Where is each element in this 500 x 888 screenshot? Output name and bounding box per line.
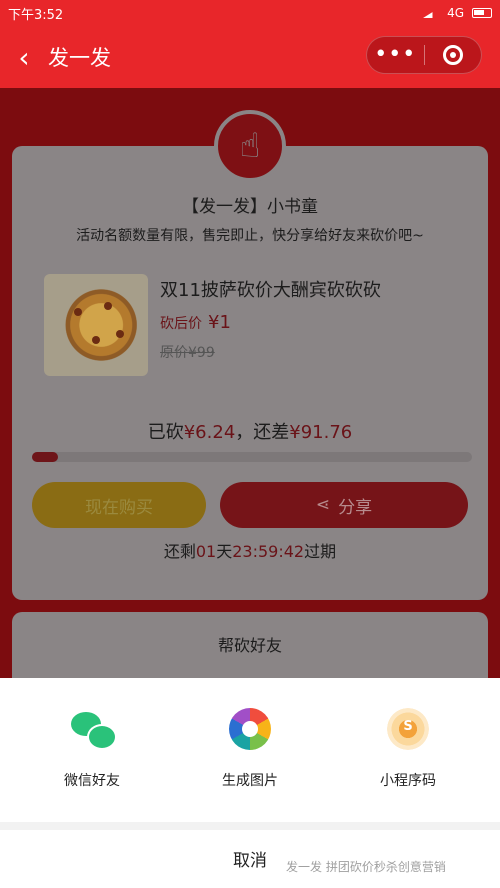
share-icon: ⋖ xyxy=(315,495,331,515)
wechat-icon xyxy=(71,708,117,750)
countdown-suffix: 过期 xyxy=(304,542,337,561)
photo-aperture-icon xyxy=(229,708,271,750)
countdown-day-unit: 天 xyxy=(216,542,233,561)
remaining-amount: ¥91.76 xyxy=(289,422,353,443)
countdown-days: 01 xyxy=(195,542,217,561)
more-dots-icon[interactable]: ••• xyxy=(367,40,424,70)
buy-now-button[interactable]: 现在购买 xyxy=(32,482,206,528)
share-button[interactable]: ⋖ 分享 xyxy=(220,482,468,528)
watermark: 发一发 拼团砍价秒杀创意营销 xyxy=(286,860,446,874)
pointing-hand-icon: ☝ xyxy=(239,126,261,166)
progress-fill xyxy=(32,452,59,462)
product-price: 砍后价 ¥1 xyxy=(160,312,231,333)
price-label: 砍后价 xyxy=(160,316,202,332)
sheet-divider xyxy=(0,822,500,830)
price-value: ¥1 xyxy=(208,312,231,333)
countdown-timer: 还剩01天23:59:42过期 xyxy=(0,538,500,562)
nav-bar: ‹ 发一发 ••• xyxy=(0,26,500,88)
cut-middle: ，还差 xyxy=(235,422,290,443)
battery-icon xyxy=(472,8,492,18)
signal-bars-icon xyxy=(423,8,440,18)
bargain-progress-bar xyxy=(32,452,472,462)
pizza-topping xyxy=(92,336,100,344)
share-option-wechat[interactable]: 微信好友 xyxy=(32,708,152,790)
product-image[interactable] xyxy=(44,274,148,376)
network-type: 4G xyxy=(447,6,464,20)
page-title: 发一发 xyxy=(48,46,111,70)
share-option-mini-program-code[interactable]: 小程序码 xyxy=(348,708,468,790)
pizza-topping xyxy=(116,330,124,338)
close-target-button[interactable] xyxy=(424,45,481,65)
target-circle-icon xyxy=(442,45,463,65)
hand-badge: ☝ xyxy=(214,110,286,182)
product-name[interactable]: 双11披萨砍价大酬宾砍砍砍 xyxy=(160,276,381,302)
helpers-title: 帮砍好友 xyxy=(217,636,282,655)
status-time: 下午3:52 xyxy=(8,7,64,23)
original-price: 原价¥99 xyxy=(160,345,215,361)
activity-title: 【发一发】小书童 xyxy=(182,197,318,217)
status-icons: 4G xyxy=(423,6,492,20)
mini-program-capsule: ••• xyxy=(366,36,482,74)
status-bar: 下午3:52 4G xyxy=(0,0,500,26)
share-option-image[interactable]: 生成图片 xyxy=(190,708,310,790)
countdown-time: 23:59:42 xyxy=(232,542,305,561)
share-option-label: 生成图片 xyxy=(222,773,278,789)
back-chevron-icon[interactable]: ‹ xyxy=(0,41,48,74)
cut-prefix: 已砍 xyxy=(147,422,184,443)
mini-program-code-icon xyxy=(387,708,429,750)
share-option-label: 小程序码 xyxy=(380,773,436,789)
share-label: 分享 xyxy=(338,497,373,518)
pizza-topping xyxy=(74,308,82,316)
activity-subtitle: 活动名额数量有限，售完即止，快分享给好友来砍价吧~ xyxy=(76,228,424,244)
bargain-summary: 已砍¥6.24，还差¥91.76 xyxy=(0,418,500,444)
countdown-prefix: 还剩 xyxy=(163,542,196,561)
share-option-label: 微信好友 xyxy=(64,773,120,789)
cut-amount: ¥6.24 xyxy=(183,422,236,443)
pizza-topping xyxy=(104,302,112,310)
